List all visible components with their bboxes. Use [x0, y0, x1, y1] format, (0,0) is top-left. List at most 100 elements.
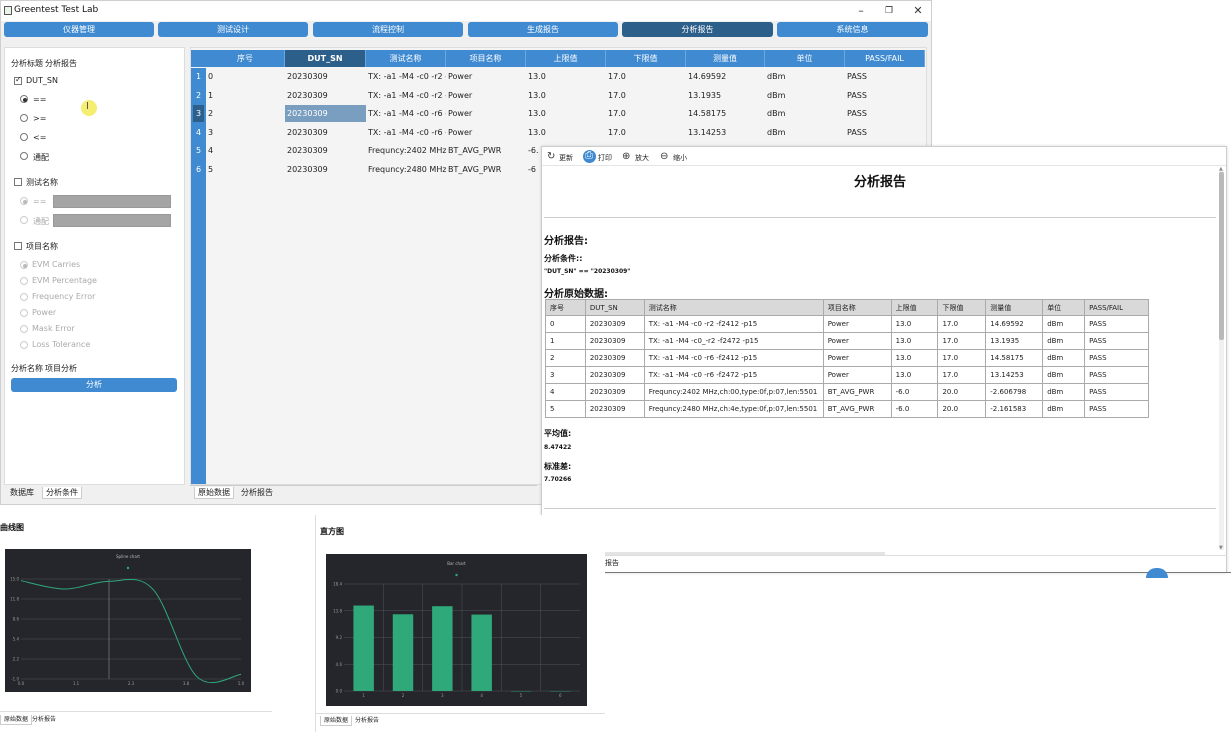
table-cell-col-unit[interactable]: dBm: [765, 68, 845, 85]
table-cell-col-item-name[interactable]: Power: [446, 105, 526, 122]
refresh-icon[interactable]: ↻: [547, 151, 555, 162]
table-cell-col-item-name[interactable]: Power: [446, 124, 526, 141]
table-cell-col-lower[interactable]: 17.0: [606, 87, 686, 104]
table-cell-col-index[interactable]: 4: [206, 142, 285, 159]
tab-database[interactable]: 数据库: [7, 487, 37, 499]
nav-generate-report[interactable]: 生成报告: [468, 22, 618, 37]
header-col-dut-sn[interactable]: DUT_SN: [285, 50, 366, 67]
nav-flow-control[interactable]: 流程控制: [313, 22, 463, 37]
table-cell-col-item-name[interactable]: Power: [446, 87, 526, 104]
table-cell-col-upper[interactable]: -6.: [526, 142, 540, 159]
item-evm-carries-radio[interactable]: [20, 261, 28, 269]
table-cell-col-dut-sn[interactable]: 20230309: [285, 68, 366, 85]
table-cell-col-measured[interactable]: 14.58175: [686, 105, 765, 122]
table-cell-col-pass-fail[interactable]: PASS: [845, 87, 925, 104]
bar-tab-raw-data[interactable]: 原始数据: [320, 716, 353, 726]
scroll-down-icon[interactable]: ▼: [1219, 545, 1223, 551]
header-col-index[interactable]: 序号: [206, 50, 285, 67]
report-bottom-tab[interactable]: 报告: [602, 557, 622, 569]
analysis-title-value[interactable]: 分析报告: [45, 58, 77, 69]
report-scrollbar-thumb[interactable]: [1219, 172, 1224, 340]
table-cell-col-test-name[interactable]: Frequncy:2480 MHz,c...: [366, 161, 446, 178]
curve-tab-analysis-report[interactable]: 分析报告: [29, 715, 59, 725]
row-number[interactable]: 3: [193, 105, 204, 122]
table-cell-col-dut-sn[interactable]: 20230309: [285, 124, 366, 141]
zoom-in-button[interactable]: 放大: [635, 153, 649, 163]
dut-op-ge-radio[interactable]: [20, 114, 28, 122]
table-cell-col-index[interactable]: 0: [206, 68, 285, 85]
table-cell-col-index[interactable]: 1: [206, 87, 285, 104]
test-name-eq-input[interactable]: [53, 195, 171, 208]
curve-tab-raw-data[interactable]: 原始数据: [0, 715, 33, 725]
test-name-checkbox[interactable]: [14, 178, 22, 186]
nav-instrument-management[interactable]: 仪器管理: [4, 22, 154, 37]
table-cell-col-test-name[interactable]: Frequncy:2402 MHz,c...: [366, 142, 446, 159]
nav-analysis-report[interactable]: 分析报告: [622, 22, 773, 37]
zoom-in-icon[interactable]: ⊕: [622, 151, 630, 162]
table-cell-col-measured[interactable]: 14.69592: [686, 68, 765, 85]
table-cell-col-upper[interactable]: 13.0: [526, 87, 606, 104]
table-cell-col-lower[interactable]: 17.0: [606, 124, 686, 141]
item-mask-error-radio[interactable]: [20, 325, 28, 333]
table-cell-col-unit[interactable]: dBm: [765, 105, 845, 122]
minimize-button[interactable]: –: [849, 3, 873, 19]
nav-test-design[interactable]: 测试设计: [158, 22, 308, 37]
table-cell-col-unit[interactable]: dBm: [765, 87, 845, 104]
row-number[interactable]: 2: [193, 87, 204, 104]
table-cell-col-pass-fail[interactable]: PASS: [845, 124, 925, 141]
header-col-unit[interactable]: 单位: [765, 50, 845, 67]
tab-raw-data[interactable]: 原始数据: [194, 487, 234, 499]
table-cell-col-upper[interactable]: -6: [526, 161, 540, 178]
table-cell-col-dut-sn[interactable]: 20230309: [285, 161, 366, 178]
table-cell-col-test-name[interactable]: TX: -a1 -M4 -c0 -r2 -...: [366, 87, 446, 104]
close-button[interactable]: ✕: [906, 3, 930, 19]
table-cell-col-unit[interactable]: dBm: [765, 124, 845, 141]
test-name-op-eq-radio[interactable]: [20, 197, 28, 205]
header-col-test-name[interactable]: 测试名称: [366, 50, 446, 67]
item-power-radio[interactable]: [20, 309, 28, 317]
tab-analysis-report[interactable]: 分析报告: [238, 487, 276, 499]
dut-sn-checkbox[interactable]: [14, 75, 22, 85]
row-number[interactable]: 4: [193, 124, 204, 141]
refresh-button[interactable]: 更新: [559, 153, 573, 163]
table-cell-col-dut-sn[interactable]: 20230309: [285, 87, 366, 104]
header-col-lower[interactable]: 下限值: [606, 50, 686, 67]
dut-op-le-radio[interactable]: [20, 133, 28, 141]
bar-tab-analysis-report[interactable]: 分析报告: [352, 716, 382, 726]
restore-button[interactable]: ❐: [877, 3, 901, 19]
header-col-item-name[interactable]: 项目名称: [446, 50, 526, 67]
table-cell-col-measured[interactable]: 13.14253: [686, 124, 765, 141]
dut-op-wildcard-radio[interactable]: [20, 152, 28, 160]
table-cell-col-upper[interactable]: 13.0: [526, 68, 606, 85]
header-col-pass-fail[interactable]: PASS/FAIL: [845, 50, 925, 67]
row-number[interactable]: 1: [193, 68, 204, 85]
table-cell-col-dut-sn[interactable]: 20230309: [285, 105, 366, 122]
header-col-upper[interactable]: 上限值: [526, 50, 606, 67]
nav-system-info[interactable]: 系统信息: [777, 22, 928, 37]
table-cell-col-item-name[interactable]: Power: [446, 68, 526, 85]
table-cell-col-upper[interactable]: 13.0: [526, 105, 606, 122]
table-cell-col-test-name[interactable]: TX: -a1 -M4 -c0 -r2 -...: [366, 68, 446, 85]
table-cell-col-pass-fail[interactable]: PASS: [845, 105, 925, 122]
table-cell-col-lower[interactable]: 17.0: [606, 68, 686, 85]
table-cell-col-measured[interactable]: 13.1935: [686, 87, 765, 104]
analyze-button[interactable]: 分析: [11, 378, 177, 392]
scroll-up-icon[interactable]: ▲: [1219, 166, 1223, 172]
test-name-op-wildcard-radio[interactable]: [20, 216, 28, 224]
table-cell-col-pass-fail[interactable]: PASS: [845, 68, 925, 85]
item-name-checkbox[interactable]: [14, 242, 22, 250]
zoom-out-icon[interactable]: ⊖: [660, 151, 668, 162]
print-button[interactable]: 打印: [598, 153, 612, 163]
table-cell-col-index[interactable]: 2: [206, 105, 285, 122]
table-cell-col-index[interactable]: 3: [206, 124, 285, 141]
analysis-name-value[interactable]: 项目分析: [45, 363, 77, 374]
header-col-measured[interactable]: 测量值: [686, 50, 765, 67]
table-cell-col-index[interactable]: 5: [206, 161, 285, 178]
print-icon[interactable]: ⎙: [585, 150, 593, 161]
item-loss-tolerance-radio[interactable]: [20, 341, 28, 349]
table-cell-col-item-name[interactable]: BT_AVG_PWR: [446, 142, 526, 159]
zoom-out-button[interactable]: 缩小: [673, 153, 687, 163]
table-cell-col-dut-sn[interactable]: 20230309: [285, 142, 366, 159]
dut-op-eq-radio[interactable]: [20, 95, 28, 103]
table-cell-col-test-name[interactable]: TX: -a1 -M4 -c0 -r6 -...: [366, 124, 446, 141]
